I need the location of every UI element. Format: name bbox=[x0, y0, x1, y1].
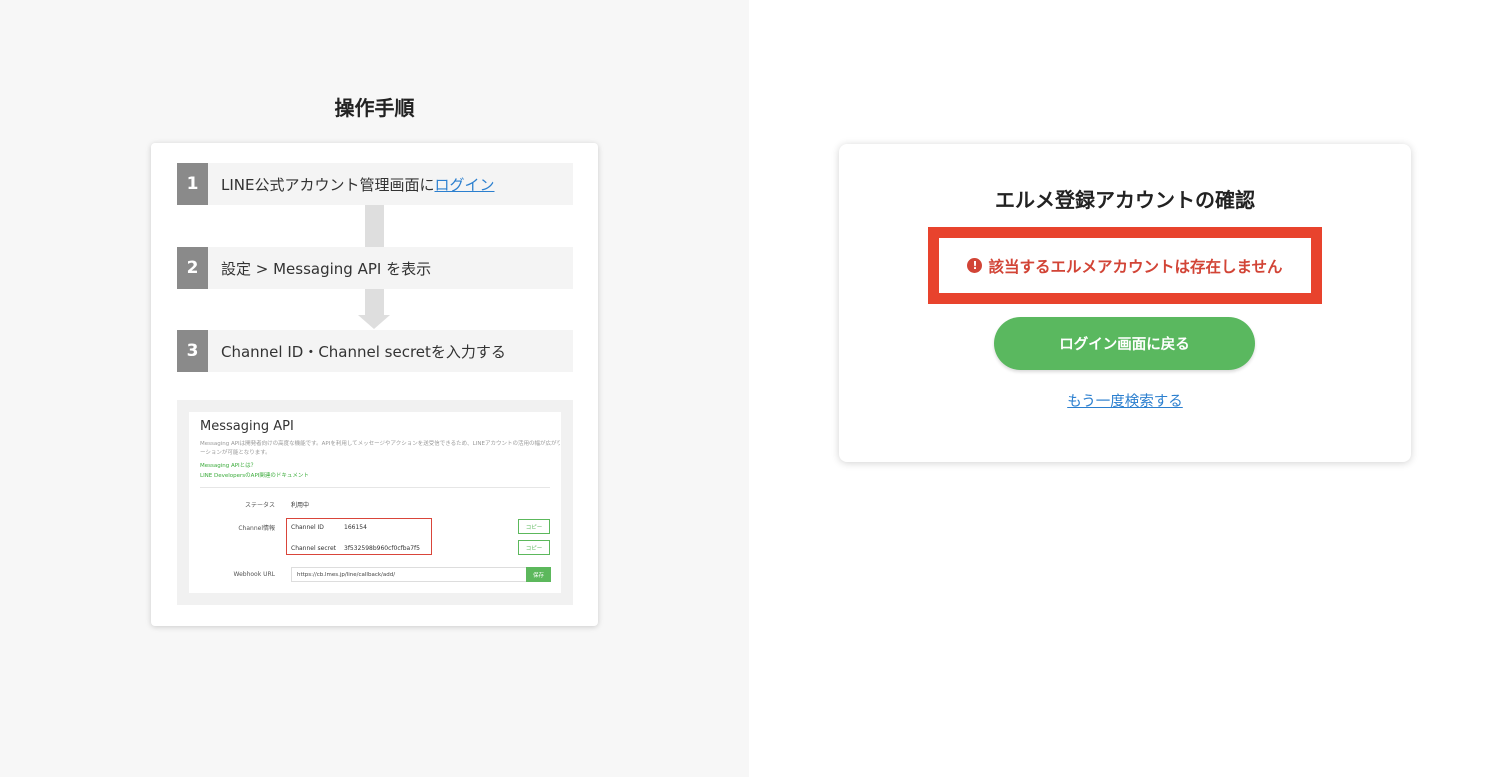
step-1: 1 LINE公式アカウント管理画面にログイン bbox=[177, 163, 573, 205]
step-2: 2 設定 > Messaging API を表示 bbox=[177, 247, 573, 289]
channel-secret-value: 3f532598b960cf0cfba7f5 bbox=[344, 545, 420, 552]
save-button: 保存 bbox=[526, 567, 551, 582]
copy-button: コピー bbox=[518, 519, 550, 534]
screenshot-link: Messaging APIとは？ bbox=[200, 463, 257, 469]
step-text: Channel ID・Channel secretを入力する bbox=[221, 342, 506, 361]
step-text: LINE公式アカウント管理画面にログイン bbox=[221, 174, 495, 195]
step-text-main: LINE公式アカウント管理画面に bbox=[221, 175, 435, 194]
channel-info-label: Channel情報 bbox=[238, 525, 275, 532]
channel-id-value: 166154 bbox=[344, 524, 367, 531]
confirm-card: エルメ登録アカウントの確認 ! 該当するエルメアカウントは存在しません ログイン… bbox=[839, 144, 1411, 462]
copy-button: コピー bbox=[518, 540, 550, 555]
screenshot-panel: Messaging API Messaging APIは開発者向けの高度な機能で… bbox=[189, 412, 561, 593]
guide-title: 操作手順 bbox=[334, 96, 415, 120]
exclamation-icon: ! bbox=[967, 258, 983, 273]
webhook-label: Webhook URL bbox=[233, 571, 275, 578]
login-link[interactable]: ログイン bbox=[434, 176, 494, 194]
guide-card: 1 LINE公式アカウント管理画面にログイン 2 設定 > Messaging … bbox=[151, 143, 598, 626]
screenshot-title: Messaging API bbox=[200, 419, 294, 434]
guide-pane: 操作手順 1 LINE公式アカウント管理画面にログイン 2 設定 > Messa… bbox=[0, 0, 749, 777]
status-value: 利用中 bbox=[291, 502, 310, 509]
channel-secret-label: Channel secret bbox=[291, 545, 337, 552]
arrow-down-icon bbox=[365, 205, 384, 247]
screenshot-description: Messaging APIは開発者向けの高度な機能です。APIを利用してメッセー… bbox=[200, 440, 560, 458]
step-number: 3 bbox=[177, 330, 208, 372]
search-again-link[interactable]: もう一度検索する bbox=[839, 390, 1411, 411]
screenshot-link: LINE DevelopersのAPI関連のドキュメント bbox=[200, 473, 309, 479]
error-highlight-box: ! 該当するエルメアカウントは存在しません bbox=[928, 227, 1322, 304]
status-label: ステータス bbox=[244, 502, 275, 509]
channel-id-label: Channel ID bbox=[291, 524, 324, 531]
webhook-input: https://cb.lmes.jp/line/callback/add/ bbox=[291, 567, 527, 582]
arrow-down-icon bbox=[365, 289, 384, 315]
screenshot-description-line1: Messaging APIは開発者向けの高度な機能です。APIを利用してメッセー… bbox=[200, 441, 560, 447]
step-number: 1 bbox=[177, 163, 208, 205]
screenshot-divider bbox=[200, 487, 550, 488]
error-message: 該当するエルメアカウントは存在しません bbox=[988, 257, 1283, 276]
confirm-title: エルメ登録アカウントの確認 bbox=[995, 188, 1255, 212]
step-number: 2 bbox=[177, 247, 208, 289]
arrow-head-icon bbox=[358, 315, 390, 329]
back-to-login-button[interactable]: ログイン画面に戻る bbox=[994, 317, 1255, 370]
messaging-api-screenshot: Messaging API Messaging APIは開発者向けの高度な機能で… bbox=[177, 400, 573, 605]
step-3: 3 Channel ID・Channel secretを入力する bbox=[177, 330, 573, 372]
screenshot-description-line2: ーションが可能となります。 bbox=[200, 450, 271, 456]
step-text: 設定 > Messaging API を表示 bbox=[221, 259, 432, 278]
